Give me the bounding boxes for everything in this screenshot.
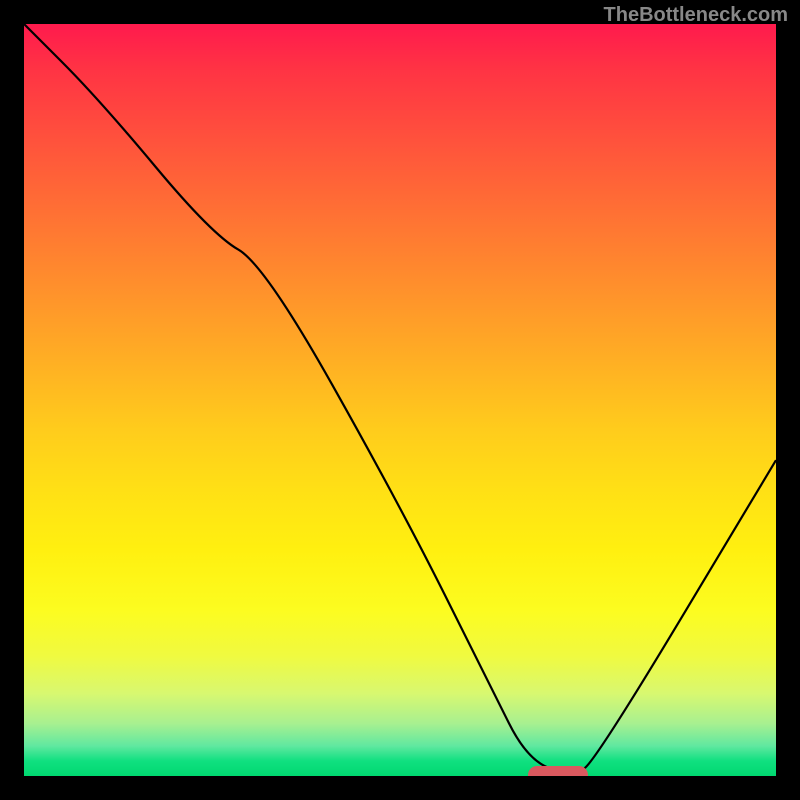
- watermark-text: TheBottleneck.com: [604, 4, 788, 27]
- curve-path: [24, 24, 776, 772]
- chart-plot-area: [24, 24, 776, 776]
- bottleneck-curve: [24, 24, 776, 776]
- optimal-marker: [528, 766, 588, 776]
